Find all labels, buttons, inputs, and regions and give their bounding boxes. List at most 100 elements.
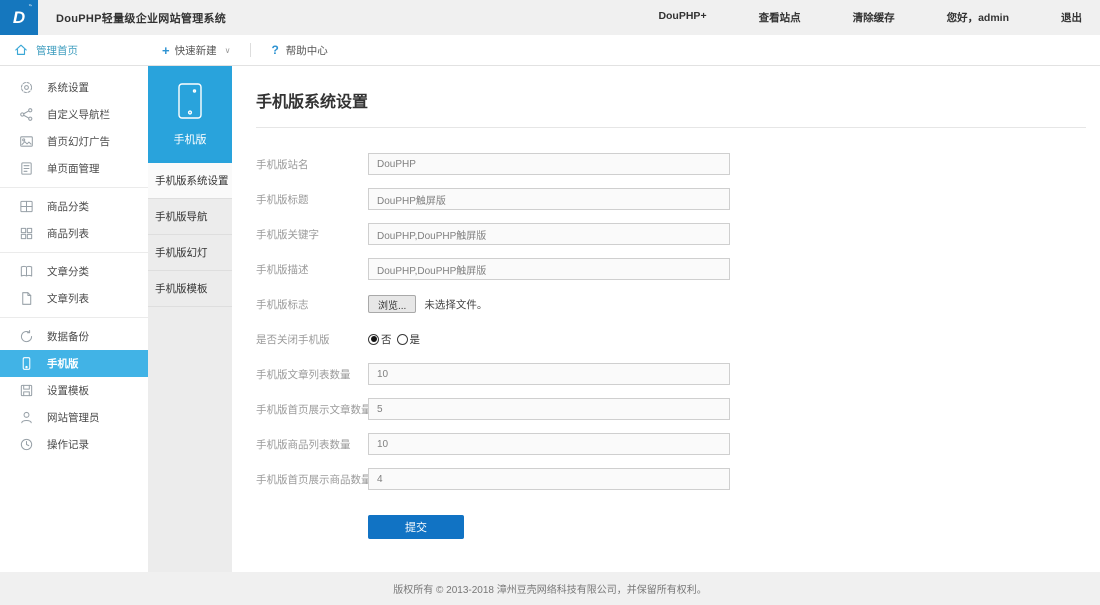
nav-divider: [250, 43, 251, 57]
sidebar-item-label: 数据备份: [47, 329, 89, 344]
sidebar-divider: [0, 187, 148, 188]
plus-icon: +: [162, 44, 170, 57]
template-icon: [19, 383, 34, 398]
mobile-site-name-input[interactable]: [368, 153, 730, 175]
quick-new-label: 快速新建: [175, 43, 217, 58]
field-label: 手机版商品列表数量: [256, 437, 368, 452]
sidebar-item-single-pages[interactable]: 单页面管理: [0, 155, 148, 182]
form-row-home-product-count: 手机版首页展示商品数量: [256, 468, 1086, 490]
submenu-tile-label: 手机版: [174, 131, 207, 147]
submenu-item-mobile-nav[interactable]: 手机版导航: [148, 199, 232, 235]
backup-icon: [19, 329, 34, 344]
browse-file-button[interactable]: 浏览...: [368, 295, 416, 313]
mobile-phone-icon: [177, 82, 203, 120]
radio-yes-label: 是: [410, 332, 421, 347]
sidebar-item-label: 首页幻灯广告: [47, 134, 110, 149]
sidebar-item-data-backup[interactable]: 数据备份: [0, 323, 148, 350]
mobile-site-title-input[interactable]: [368, 188, 730, 210]
sidebar-item-label: 手机版: [47, 356, 79, 371]
sidebar-item-site-admins[interactable]: 网站管理员: [0, 404, 148, 431]
radio-no[interactable]: [368, 334, 379, 345]
article-category-icon: [19, 264, 34, 279]
sidebar-item-label: 系统设置: [47, 80, 89, 95]
sidebar-item-mobile-version[interactable]: 手机版: [0, 350, 148, 377]
admin-home-label: 管理首页: [36, 43, 78, 58]
article-list-icon: [19, 291, 34, 306]
admin-home-link[interactable]: 管理首页: [14, 43, 78, 58]
sidebar-item-label: 网站管理员: [47, 410, 100, 425]
close-mobile-radio-group: 否 是: [368, 332, 425, 347]
field-label: 手机版文章列表数量: [256, 367, 368, 382]
copyright-text: 版权所有 © 2013-2018 漳州豆壳网络科技有限公司，并保留所有权利。: [393, 581, 707, 596]
submenu-item-mobile-template[interactable]: 手机版模板: [148, 271, 232, 307]
field-label: 手机版首页展示商品数量: [256, 472, 368, 487]
sidebar-item-custom-nav[interactable]: 自定义导航栏: [0, 101, 148, 128]
field-label: 手机版描述: [256, 262, 368, 277]
radio-no-label: 否: [381, 332, 392, 347]
main-content: 手机版系统设置 手机版站名 手机版标题 手机版关键字 手机版描述 手机版标志 浏…: [232, 66, 1100, 572]
top-bar: D ‶ DouPHP轻量级企业网站管理系统 DouPHP+ 查看站点 清除缓存 …: [0, 0, 1100, 35]
submenu-item-mobile-system-settings[interactable]: 手机版系统设置: [148, 163, 232, 199]
form-row-logo-upload: 手机版标志 浏览... 未选择文件。: [256, 293, 1086, 315]
home-product-count-input[interactable]: [368, 468, 730, 490]
main-sidebar: 系统设置 自定义导航栏 首页幻灯广告 单页面管理: [0, 66, 148, 572]
sidebar-item-label: 文章列表: [47, 291, 89, 306]
greeting-admin: 您好，admin: [947, 10, 1009, 25]
field-label: 手机版首页展示文章数量: [256, 402, 368, 417]
sidebar-item-label: 自定义导航栏: [47, 107, 110, 122]
sidebar-item-system-settings[interactable]: 系统设置: [0, 74, 148, 101]
logout-link[interactable]: 退出: [1061, 10, 1082, 25]
help-center-label: 帮助中心: [286, 43, 328, 58]
quick-new-dropdown[interactable]: + 快速新建 ∨: [162, 43, 230, 58]
product-list-count-input[interactable]: [368, 433, 730, 455]
sidebar-divider: [0, 252, 148, 253]
sidebar-item-label: 操作记录: [47, 437, 89, 452]
mobile-keywords-input[interactable]: [368, 223, 730, 245]
sidebar-item-product-list[interactable]: 商品列表: [0, 220, 148, 247]
submenu-item-mobile-slides[interactable]: 手机版幻灯: [148, 235, 232, 271]
sidebar-item-label: 商品列表: [47, 226, 89, 241]
submenu-tile-mobile[interactable]: 手机版: [148, 66, 232, 163]
form-row-site-title: 手机版标题: [256, 188, 1086, 210]
app-title: DouPHP轻量级企业网站管理系统: [56, 10, 226, 26]
mobile-description-input[interactable]: [368, 258, 730, 280]
form-row-product-list-count: 手机版商品列表数量: [256, 433, 1086, 455]
view-site-link[interactable]: 查看站点: [759, 10, 801, 25]
submit-button[interactable]: 提交: [368, 515, 464, 539]
sidebar-item-operation-log[interactable]: 操作记录: [0, 431, 148, 458]
field-label: 是否关闭手机版: [256, 332, 368, 347]
sidebar-item-label: 商品分类: [47, 199, 89, 214]
clear-cache-link[interactable]: 清除缓存: [853, 10, 895, 25]
product-list-icon: [19, 226, 34, 241]
sidebar-item-article-list[interactable]: 文章列表: [0, 285, 148, 312]
logo-rays-decoration: ‶: [29, 3, 32, 14]
secondary-nav-bar: 管理首页 + 快速新建 ∨ ? 帮助中心: [0, 35, 1100, 66]
page-icon: [19, 161, 34, 176]
topbar-links: DouPHP+ 查看站点 清除缓存 您好，admin 退出: [658, 10, 1082, 25]
radio-yes[interactable]: [397, 334, 408, 345]
sidebar-item-product-categories[interactable]: 商品分类: [0, 193, 148, 220]
form-row-article-list-count: 手机版文章列表数量: [256, 363, 1086, 385]
mobile-submenu: 手机版 手机版系统设置 手机版导航 手机版幻灯 手机版模板: [148, 66, 232, 572]
category-grid-icon: [19, 199, 34, 214]
field-label: 手机版标志: [256, 297, 368, 312]
question-icon: ?: [271, 43, 278, 57]
field-label: 手机版标题: [256, 192, 368, 207]
help-center-link[interactable]: ? 帮助中心: [271, 43, 327, 58]
page-title: 手机版系统设置: [256, 88, 1086, 112]
douphp-plus-link[interactable]: DouPHP+: [658, 10, 706, 25]
title-divider: [256, 127, 1086, 128]
form-row-home-article-count: 手机版首页展示文章数量: [256, 398, 1086, 420]
form-row-keywords: 手机版关键字: [256, 223, 1086, 245]
footer: 版权所有 © 2013-2018 漳州豆壳网络科技有限公司，并保留所有权利。: [0, 572, 1100, 605]
no-file-selected-text: 未选择文件。: [424, 297, 487, 312]
form-row-close-mobile: 是否关闭手机版 否 是: [256, 328, 1086, 350]
sidebar-item-article-categories[interactable]: 文章分类: [0, 258, 148, 285]
douphp-logo[interactable]: D ‶: [0, 0, 38, 35]
sidebar-divider: [0, 317, 148, 318]
sidebar-item-home-slides[interactable]: 首页幻灯广告: [0, 128, 148, 155]
article-list-count-input[interactable]: [368, 363, 730, 385]
sidebar-item-set-template[interactable]: 设置模板: [0, 377, 148, 404]
share-icon: [19, 107, 34, 122]
home-article-count-input[interactable]: [368, 398, 730, 420]
